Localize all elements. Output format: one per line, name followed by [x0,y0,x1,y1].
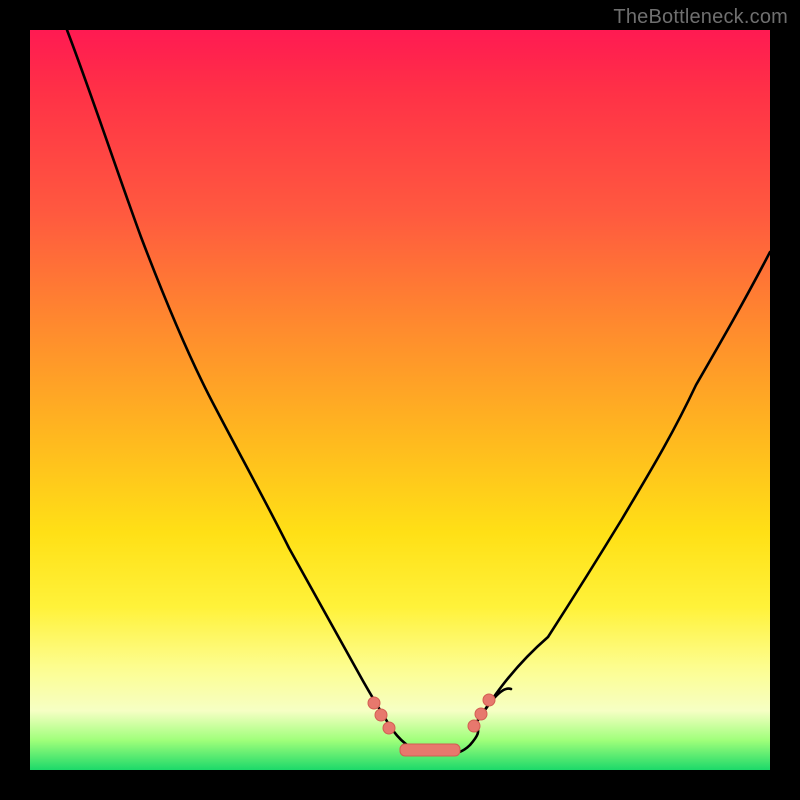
marker-dots-right [468,694,495,732]
watermark: TheBottleneck.com [613,6,788,29]
marker-pill-floor [400,744,460,756]
chart-frame: TheBottleneck.com [0,0,800,800]
marker-dots-left [368,697,395,734]
valley-markers [30,30,770,770]
plot-area [30,30,770,770]
